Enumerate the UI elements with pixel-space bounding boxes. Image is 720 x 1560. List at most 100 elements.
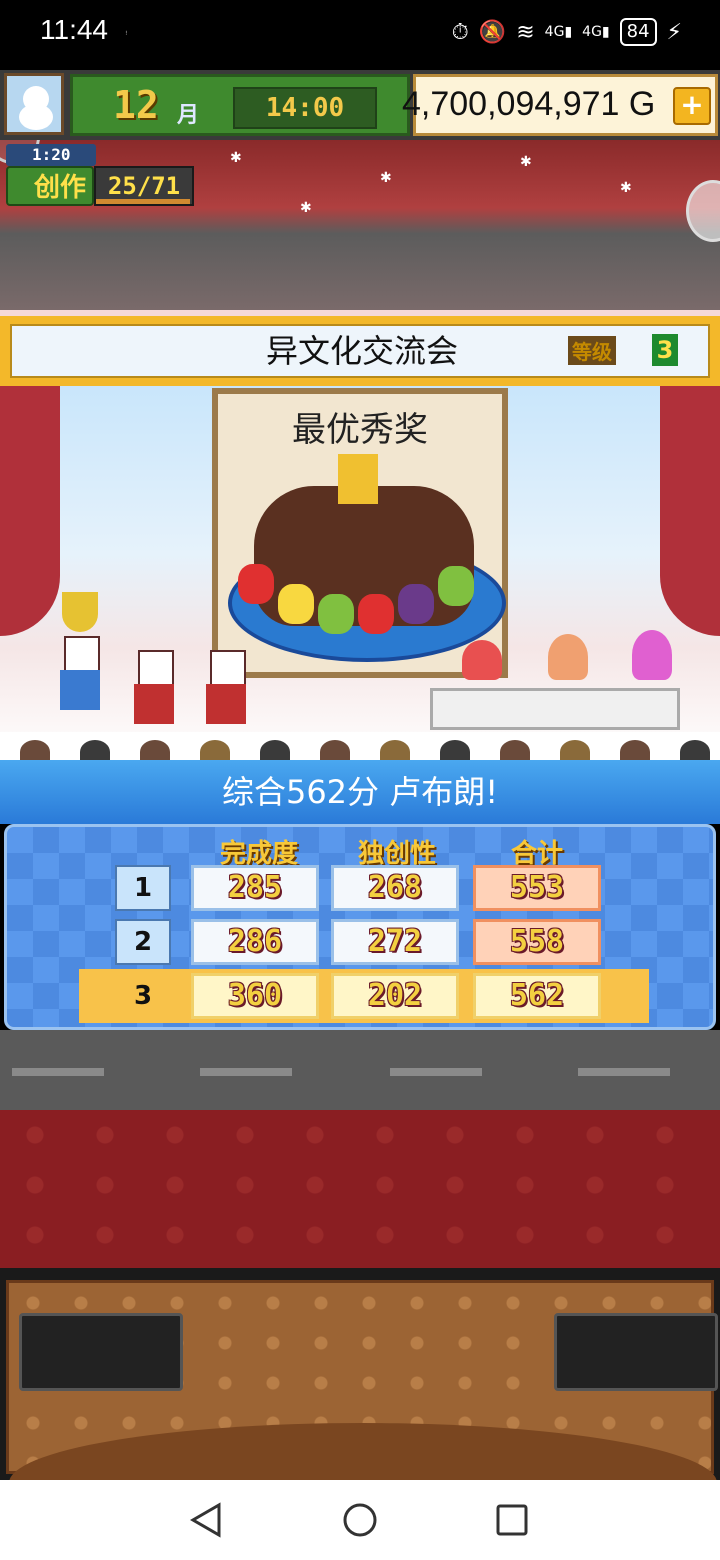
red-carpet (0, 1110, 720, 1268)
event-level-label: 等级 (568, 336, 616, 365)
charging-icon: ⚡ (666, 19, 682, 45)
mute-bell-icon: 🔕 (478, 19, 507, 45)
curtain-right (660, 386, 720, 636)
curtain-left (0, 386, 60, 636)
score-cell-completion: 286 (191, 919, 319, 965)
audience-member (80, 740, 110, 760)
chef-body-icon (60, 670, 100, 710)
back-button[interactable] (186, 1500, 226, 1540)
status-time: 11:44 (40, 14, 108, 45)
counter-surface (6, 1280, 718, 1483)
audience-member (200, 740, 230, 760)
audience-member (560, 740, 590, 760)
road-strip (0, 1030, 720, 1110)
contestant-robot (130, 650, 178, 728)
score-cell-originality: 202 (331, 973, 459, 1019)
progress-bar (96, 199, 190, 204)
game-top-bar: 12 月 14:00 4,700,094,971 G + (0, 70, 720, 140)
snowflake-icon: ✱ (520, 154, 532, 170)
status-bar: 11:44 ꜝ ⏱ 🔕 ≋ 4G▮ 4G▮ 84 ⚡ (0, 0, 720, 70)
recents-square-icon (496, 1504, 528, 1536)
robot-body-icon (134, 684, 174, 724)
audience-member (140, 740, 170, 760)
home-button[interactable] (340, 1500, 380, 1540)
robot-head-icon (138, 650, 174, 688)
status-small-indicator: ꜝ (125, 30, 128, 41)
road-dash (390, 1068, 482, 1076)
award-title: 最优秀奖 (292, 410, 428, 450)
event-banner-inner: 异文化交流会 等级 3 (10, 324, 710, 378)
audience-member (20, 740, 50, 760)
score-cell-completion: 285 (191, 865, 319, 911)
progress-label: 创作 (6, 166, 94, 206)
judge-jellyfish-icon (462, 640, 502, 680)
score-cell-completion: 360 (191, 973, 319, 1019)
progress-timer: 1:20 (6, 144, 96, 166)
chef-figurine-icon (338, 454, 378, 504)
contest-scene: ✱ ✱ ✱ ✱ ✱ 1:20 创作 25/71 异文化交流会 等级 3 最优秀奖 (0, 140, 720, 760)
audience-member (380, 740, 410, 760)
score-cell-originality: 268 (331, 865, 459, 911)
wooden-counter (0, 1268, 720, 1483)
grape-icon (398, 584, 434, 624)
audience-row (0, 732, 720, 760)
pineapple-icon (278, 584, 314, 624)
money-amount: 4,700,094,971 G (402, 85, 656, 123)
audience-member (680, 740, 710, 760)
counter-arc (9, 1423, 717, 1483)
audience-member (320, 740, 350, 760)
counter-slot-left[interactable] (19, 1313, 183, 1391)
signal-icon-1: 4G▮ (544, 24, 573, 40)
player-avatar[interactable] (4, 73, 64, 135)
chef-hat-icon (64, 636, 100, 674)
counter-slot-right[interactable] (554, 1313, 718, 1391)
snowflake-icon: ✱ (620, 180, 632, 196)
award-display: 最优秀奖 (212, 388, 508, 678)
month-number: 12 (113, 83, 159, 127)
melon-icon (318, 594, 354, 634)
row-rank: 2 (115, 919, 171, 965)
winner-chef (56, 636, 104, 714)
judge-table (430, 688, 680, 730)
robot-body-icon (206, 684, 246, 724)
score-cell-total: 553 (473, 865, 601, 911)
signal-icon-2: 4G▮ (582, 24, 610, 40)
road-dash (200, 1068, 292, 1076)
battery-icon: 84 (619, 18, 657, 46)
strawberry-icon (238, 564, 274, 604)
speedometer-icon: ⏱ (451, 19, 469, 45)
audience-member (620, 740, 650, 760)
score-panel: 综合562分 卢布朗! 完成度 独创性 合计 1 285 268 553 2 2… (0, 760, 720, 1030)
date-display: 12 月 14:00 (70, 74, 410, 136)
snowflake-icon: ✱ (230, 150, 242, 166)
home-circle-icon (343, 1503, 377, 1537)
row-rank: 1 (115, 865, 171, 911)
contestant-robot (202, 650, 250, 728)
month-label: 月 (177, 103, 200, 128)
money-display: 4,700,094,971 G + (402, 74, 718, 136)
snowman-body-icon (19, 104, 53, 130)
robot-head-icon (210, 650, 246, 688)
creation-progress: 1:20 创作 25/71 (6, 144, 194, 208)
score-announcement: 综合562分 卢布朗! (0, 760, 720, 824)
score-cell-originality: 272 (331, 919, 459, 965)
recents-button[interactable] (492, 1500, 532, 1540)
road-dash (578, 1068, 670, 1076)
trophy-icon (62, 592, 98, 632)
event-banner: 异文化交流会 等级 3 (0, 316, 720, 386)
back-triangle-icon (189, 1502, 221, 1538)
melon-icon (438, 566, 474, 606)
score-cell-total: 558 (473, 919, 601, 965)
strawberry-icon (358, 594, 394, 634)
road-dash (12, 1068, 104, 1076)
snowflake-icon: ✱ (380, 170, 392, 186)
score-table: 完成度 独创性 合计 1 285 268 553 2 286 272 558 3… (4, 824, 716, 1030)
game-clock: 14:00 (233, 87, 377, 129)
score-cell-total: 562 (473, 973, 601, 1019)
status-icons: ⏱ 🔕 ≋ 4G▮ 4G▮ 84 ⚡ (452, 18, 682, 46)
audience-member (260, 740, 290, 760)
snowflake-icon: ✱ (300, 200, 312, 216)
audience-member (500, 740, 530, 760)
wifi-icon: ≋ (516, 19, 535, 45)
add-money-button[interactable]: + (673, 87, 711, 125)
